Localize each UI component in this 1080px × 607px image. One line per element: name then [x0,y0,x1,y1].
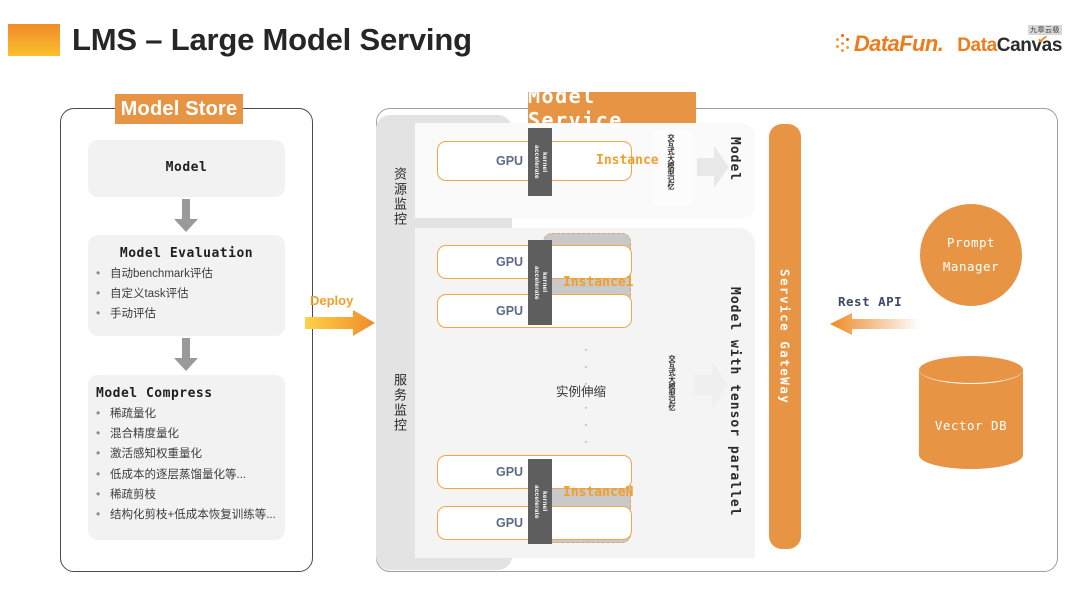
resource-monitor-label: 资源监控 [392,167,407,227]
gpu-label: GPU [496,304,524,318]
scaling-dots-bottom: · · · [584,402,588,449]
list-item: 低成本的逐层蒸馏量化等... [88,468,285,482]
fat-arrow-icon-2 [694,362,728,408]
model-label-1: Model [727,137,742,182]
fat-arrow-icon-1 [697,146,729,188]
vector-db-node[interactable]: Vector DB [919,356,1023,469]
service-gateway-bar[interactable]: Service GateWay [769,124,801,549]
datacanvas-logo-text-a: Data [957,35,997,56]
gpu-label: GPU [496,255,524,269]
kernel-line2: accelerate [533,484,540,519]
kernel-line1: kernel [541,272,549,293]
rest-api-arrow-icon [830,313,920,335]
list-item: 激活感知权重量化 [88,447,285,461]
card-title-evaluation: Model Evaluation [119,246,254,261]
kernel-line1: kernel [541,491,549,512]
evaluation-bullet-list: 自动benchmark评估 自定义task评估 手动评估 [88,267,285,322]
card-title-model: Model [165,160,208,175]
instance-label-n: InstanceN [563,485,634,500]
kernel-accelerate-text: kernel accelerate [532,485,548,519]
kernel-line2: accelerate [533,145,540,179]
slide-root: LMS – Large Model Serving DataFun. 九章云极 … [0,0,1080,607]
accent-swatch [8,24,60,56]
compress-bullet-list: 稀疏量化 混合精度量化 激活感知权重量化 低成本的逐层蒸馏量化等... 稀疏剪枝… [88,407,285,522]
kernel-accelerate-bar-2: kernel accelerate [528,240,552,325]
gpu-label: GPU [496,516,524,530]
service-monitor-label: 服务监控 [392,373,407,433]
arrow-down-icon-1 [174,199,198,232]
deploy-arrow-icon [305,310,375,336]
vector-db-label: Vector DB [934,418,1008,433]
prompt-manager-line2: Manager [942,259,1000,274]
kernel-accelerate-text: kernel accelerate [532,145,548,179]
list-item: 自动benchmark评估 [88,267,285,281]
rest-api-label: Rest API [838,294,903,309]
kernel-accelerate-text: kernel accelerate [532,266,548,300]
list-item: 稀疏量化 [88,407,285,421]
model-store-tag: Model Store [115,94,243,124]
instance-label-1: Instance1 [563,275,634,290]
model-store-card-compress: Model Compress 稀疏量化 混合精度量化 激活感知权重量化 低成本的… [88,375,285,540]
memory-label-2: 交互式大模型记忆 [668,355,675,411]
model-store-card-evaluation: Model Evaluation 自动benchmark评估 自定义task评估… [88,235,285,336]
list-item: 混合精度量化 [88,427,285,441]
datacanvas-logo: 九章云极 DataCanvas ✓ [957,25,1063,57]
list-item: 手动评估 [88,307,285,321]
list-item: 结构化剪枝+低成本恢复训练等... [88,508,285,522]
logo-group: DataFun. 九章云极 DataCanvas ✓ [835,25,1063,57]
vector-db-bottom [919,441,1023,469]
model-label-2: Model with tensor parallel [727,287,742,517]
kernel-accelerate-bar-1: kernel accelerate [528,128,552,196]
list-item: 稀疏剪枝 [88,488,285,502]
datacanvas-logo-text-b: Canvas [996,35,1063,56]
vector-db-top [919,356,1023,384]
kernel-line2: accelerate [533,265,540,300]
gpu-label: GPU [496,154,524,168]
instance-label-0: Instance [596,153,659,168]
datafun-logo: DataFun. [835,31,944,57]
memory-label-1: 交互式大模型记忆 [667,134,674,190]
prompt-manager-line1: Prompt [946,235,996,251]
scaling-label: 实例伸缩 [556,385,607,399]
page-title: LMS – Large Model Serving [72,22,472,57]
model-service-tag: Model Service [528,84,696,132]
service-gateway-label: Service GateWay [777,268,793,405]
card-title-compress: Model Compress [96,386,213,401]
deploy-label: Deploy [310,293,354,308]
list-item: 自定义task评估 [88,287,285,301]
arrow-down-icon-2 [174,338,198,371]
gpu-label: GPU [496,465,524,479]
kernel-accelerate-bar-3: kernel accelerate [528,459,552,544]
prompt-manager-node[interactable]: Prompt Manager [920,204,1022,306]
datafun-logo-text: DataFun. [853,31,944,56]
kernel-line1: kernel [541,151,549,173]
model-store-card-model: Model [88,140,285,197]
datafun-dots-icon [835,34,852,54]
